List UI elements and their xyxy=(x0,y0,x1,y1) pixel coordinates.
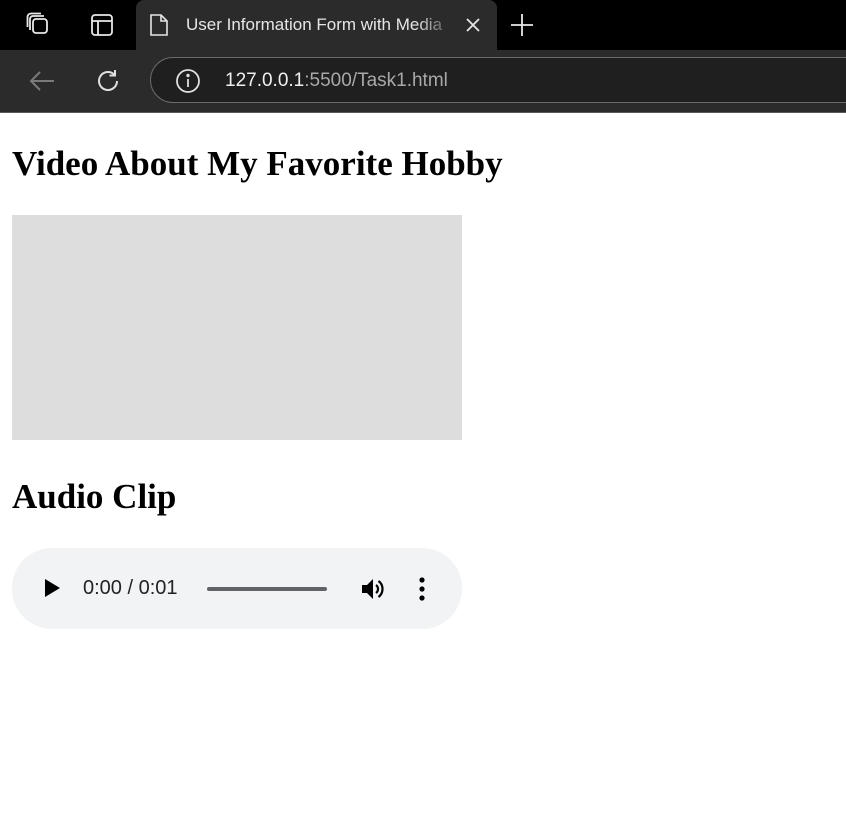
video-heading: Video About My Favorite Hobby xyxy=(12,144,503,183)
tab-strip: User Information Form with Media xyxy=(0,0,846,50)
page-icon xyxy=(148,13,170,37)
url-path: :5500/Task1.html xyxy=(304,70,448,91)
more-options-icon[interactable] xyxy=(415,576,429,602)
close-icon[interactable] xyxy=(461,13,485,37)
workspaces-icon[interactable] xyxy=(23,9,55,41)
info-icon[interactable] xyxy=(175,68,201,94)
active-tab[interactable]: User Information Form with Media xyxy=(136,0,497,50)
url-host: 127.0.0.1 xyxy=(225,70,305,91)
tab-title: User Information Form with Media xyxy=(186,15,443,34)
browser-toolbar: 127.0.0.1:5500/Task1.html xyxy=(0,50,846,113)
tab-actions-icon[interactable] xyxy=(86,9,118,41)
play-icon[interactable] xyxy=(40,575,64,601)
volume-icon[interactable] xyxy=(360,576,388,602)
progress-slider[interactable] xyxy=(207,587,327,591)
time-display: 0:00 / 0:01 xyxy=(83,577,178,599)
url-text: 127.0.0.1:5500/Task1.html xyxy=(225,70,448,92)
address-bar[interactable]: 127.0.0.1:5500/Task1.html xyxy=(150,57,846,103)
plus-icon[interactable] xyxy=(506,9,538,41)
audio-heading: Audio Clip xyxy=(12,477,177,516)
audio-player: 0:00 / 0:01 xyxy=(12,548,462,629)
refresh-icon[interactable] xyxy=(92,65,124,97)
video-player[interactable] xyxy=(12,215,462,440)
back-arrow-icon[interactable] xyxy=(26,65,58,97)
